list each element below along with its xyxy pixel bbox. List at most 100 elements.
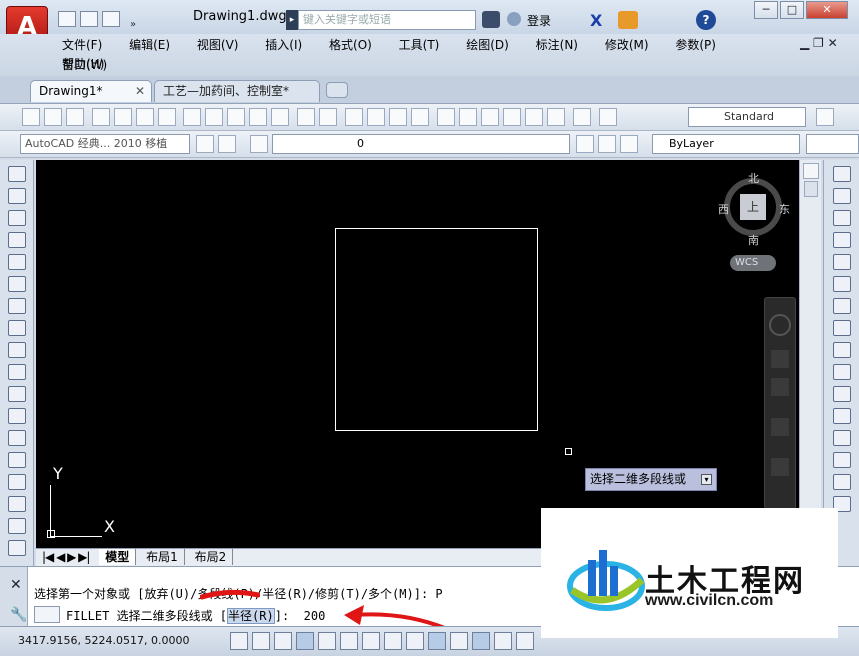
- maximize-button[interactable]: □: [780, 1, 804, 19]
- menu-draw[interactable]: 绘图(D): [466, 35, 509, 55]
- make-block-icon[interactable]: [7, 430, 26, 446]
- workspace-settings-icon[interactable]: [196, 135, 214, 153]
- search-expand-icon[interactable]: ▸: [286, 10, 298, 30]
- tool-palettes-icon[interactable]: [480, 108, 499, 126]
- communication-center-icon[interactable]: [618, 11, 638, 29]
- doc-window-controls[interactable]: ▁ ❐ ✕: [800, 36, 838, 50]
- zoom-icon[interactable]: [771, 378, 789, 396]
- polyline-icon[interactable]: [7, 210, 26, 226]
- join-icon[interactable]: [832, 452, 851, 468]
- lineweight-icon[interactable]: [450, 632, 468, 650]
- object-snap-icon[interactable]: [340, 632, 358, 650]
- scroll-up-icon[interactable]: [802, 163, 819, 179]
- match-properties-icon[interactable]: [249, 108, 268, 126]
- 3d-dwf-icon[interactable]: [157, 108, 176, 126]
- search-input[interactable]: 键入关键字或短语: [298, 10, 476, 30]
- layer-select[interactable]: 0: [272, 134, 570, 154]
- showmotion-icon[interactable]: [771, 458, 789, 476]
- new-file-icon[interactable]: [58, 11, 76, 27]
- erase-icon[interactable]: [832, 166, 851, 182]
- undo-icon[interactable]: [297, 108, 316, 126]
- tab-drawing1[interactable]: Drawing1* ✕: [30, 80, 152, 102]
- copy-icon[interactable]: [205, 108, 224, 126]
- zoom-window-icon[interactable]: [389, 108, 408, 126]
- print-icon[interactable]: [91, 108, 110, 126]
- save-icon[interactable]: [102, 11, 120, 27]
- polygon-icon[interactable]: [7, 232, 26, 248]
- region-icon[interactable]: [7, 518, 26, 534]
- layer-state-icon[interactable]: [620, 135, 638, 153]
- hatch-icon[interactable]: [7, 474, 26, 490]
- close-button[interactable]: ✕: [806, 1, 848, 19]
- grid-display-icon[interactable]: [274, 632, 292, 650]
- arc-icon[interactable]: [7, 276, 26, 292]
- break-at-point-icon[interactable]: [832, 408, 851, 424]
- move-icon[interactable]: [832, 276, 851, 292]
- circle-icon[interactable]: [7, 298, 26, 314]
- customize-icon[interactable]: [218, 135, 236, 153]
- command-options-icon[interactable]: [34, 606, 60, 623]
- ellipse-icon[interactable]: [7, 364, 26, 380]
- infer-constraints-icon[interactable]: [230, 632, 248, 650]
- layer-properties-icon[interactable]: [250, 135, 268, 153]
- print-preview-icon[interactable]: [113, 108, 132, 126]
- open-file-icon[interactable]: [80, 11, 98, 27]
- minimize-button[interactable]: ─: [754, 1, 778, 19]
- copy-object-icon[interactable]: [832, 188, 851, 204]
- scale-icon[interactable]: [832, 320, 851, 336]
- design-center-icon[interactable]: [458, 108, 477, 126]
- 3d-object-snap-icon[interactable]: [362, 632, 380, 650]
- stretch-icon[interactable]: [832, 342, 851, 358]
- new-icon[interactable]: [21, 108, 40, 126]
- menu-insert[interactable]: 插入(I): [265, 35, 302, 55]
- menu-edit[interactable]: 编辑(E): [129, 35, 170, 55]
- menu-dimension[interactable]: 标注(N): [536, 35, 578, 55]
- paste-icon[interactable]: [227, 108, 246, 126]
- zoom-realtime-icon[interactable]: [367, 108, 386, 126]
- line-icon[interactable]: [7, 166, 26, 182]
- block-editor-icon[interactable]: [271, 108, 290, 126]
- markup-icon[interactable]: [524, 108, 543, 126]
- break-icon[interactable]: [832, 430, 851, 446]
- text-style-icon[interactable]: [598, 108, 617, 126]
- menu-view[interactable]: 视图(V): [197, 35, 239, 55]
- offset-icon[interactable]: [832, 232, 851, 248]
- ortho-mode-icon[interactable]: [296, 632, 314, 650]
- close-icon[interactable]: ✕: [10, 577, 27, 593]
- construction-line-icon[interactable]: [7, 188, 26, 204]
- sheet-set-icon[interactable]: [502, 108, 521, 126]
- snap-mode-icon[interactable]: [252, 632, 270, 650]
- square-polyline[interactable]: [335, 228, 538, 431]
- selection-cycling-icon[interactable]: [516, 632, 534, 650]
- zoom-previous-icon[interactable]: [411, 108, 430, 126]
- more-icon[interactable]: »: [124, 18, 142, 34]
- point-icon[interactable]: [7, 452, 26, 468]
- trim-icon[interactable]: [832, 364, 851, 380]
- menu-format[interactable]: 格式(O): [329, 35, 372, 55]
- rotate-icon[interactable]: [832, 298, 851, 314]
- steeringwheel-icon[interactable]: [769, 314, 791, 336]
- array-icon[interactable]: [832, 254, 851, 270]
- rectangle-icon[interactable]: [7, 254, 26, 270]
- make-current-layer-icon[interactable]: [576, 135, 594, 153]
- wrench-icon[interactable]: 🔧: [10, 607, 27, 623]
- linetype-select[interactable]: [806, 134, 859, 154]
- help-icon[interactable]: [572, 108, 591, 126]
- exchange-icon[interactable]: X: [590, 11, 610, 30]
- tooltip-arrow-icon[interactable]: ▾: [701, 474, 712, 485]
- polar-tracking-icon[interactable]: [318, 632, 336, 650]
- dimension-style-icon[interactable]: [816, 108, 834, 126]
- cut-icon[interactable]: [183, 108, 202, 126]
- workspace-select[interactable]: AutoCAD 经典... 2010 移植: [20, 134, 190, 154]
- tab-layout1[interactable]: 布局1: [140, 549, 185, 565]
- redo-icon[interactable]: [319, 108, 338, 126]
- close-icon[interactable]: ✕: [135, 81, 145, 102]
- tab-process-room[interactable]: 工艺—加药间、控制室*: [154, 80, 320, 102]
- gradient-icon[interactable]: [7, 496, 26, 512]
- viewcube-top-face[interactable]: 上: [740, 194, 766, 220]
- radius-option-button[interactable]: 半径(R): [227, 608, 275, 624]
- properties-icon[interactable]: [436, 108, 455, 126]
- layer-previous-icon[interactable]: [598, 135, 616, 153]
- open-icon[interactable]: [43, 108, 62, 126]
- layout-nav-icons[interactable]: |◀ ◀ ▶ ▶|: [36, 549, 95, 565]
